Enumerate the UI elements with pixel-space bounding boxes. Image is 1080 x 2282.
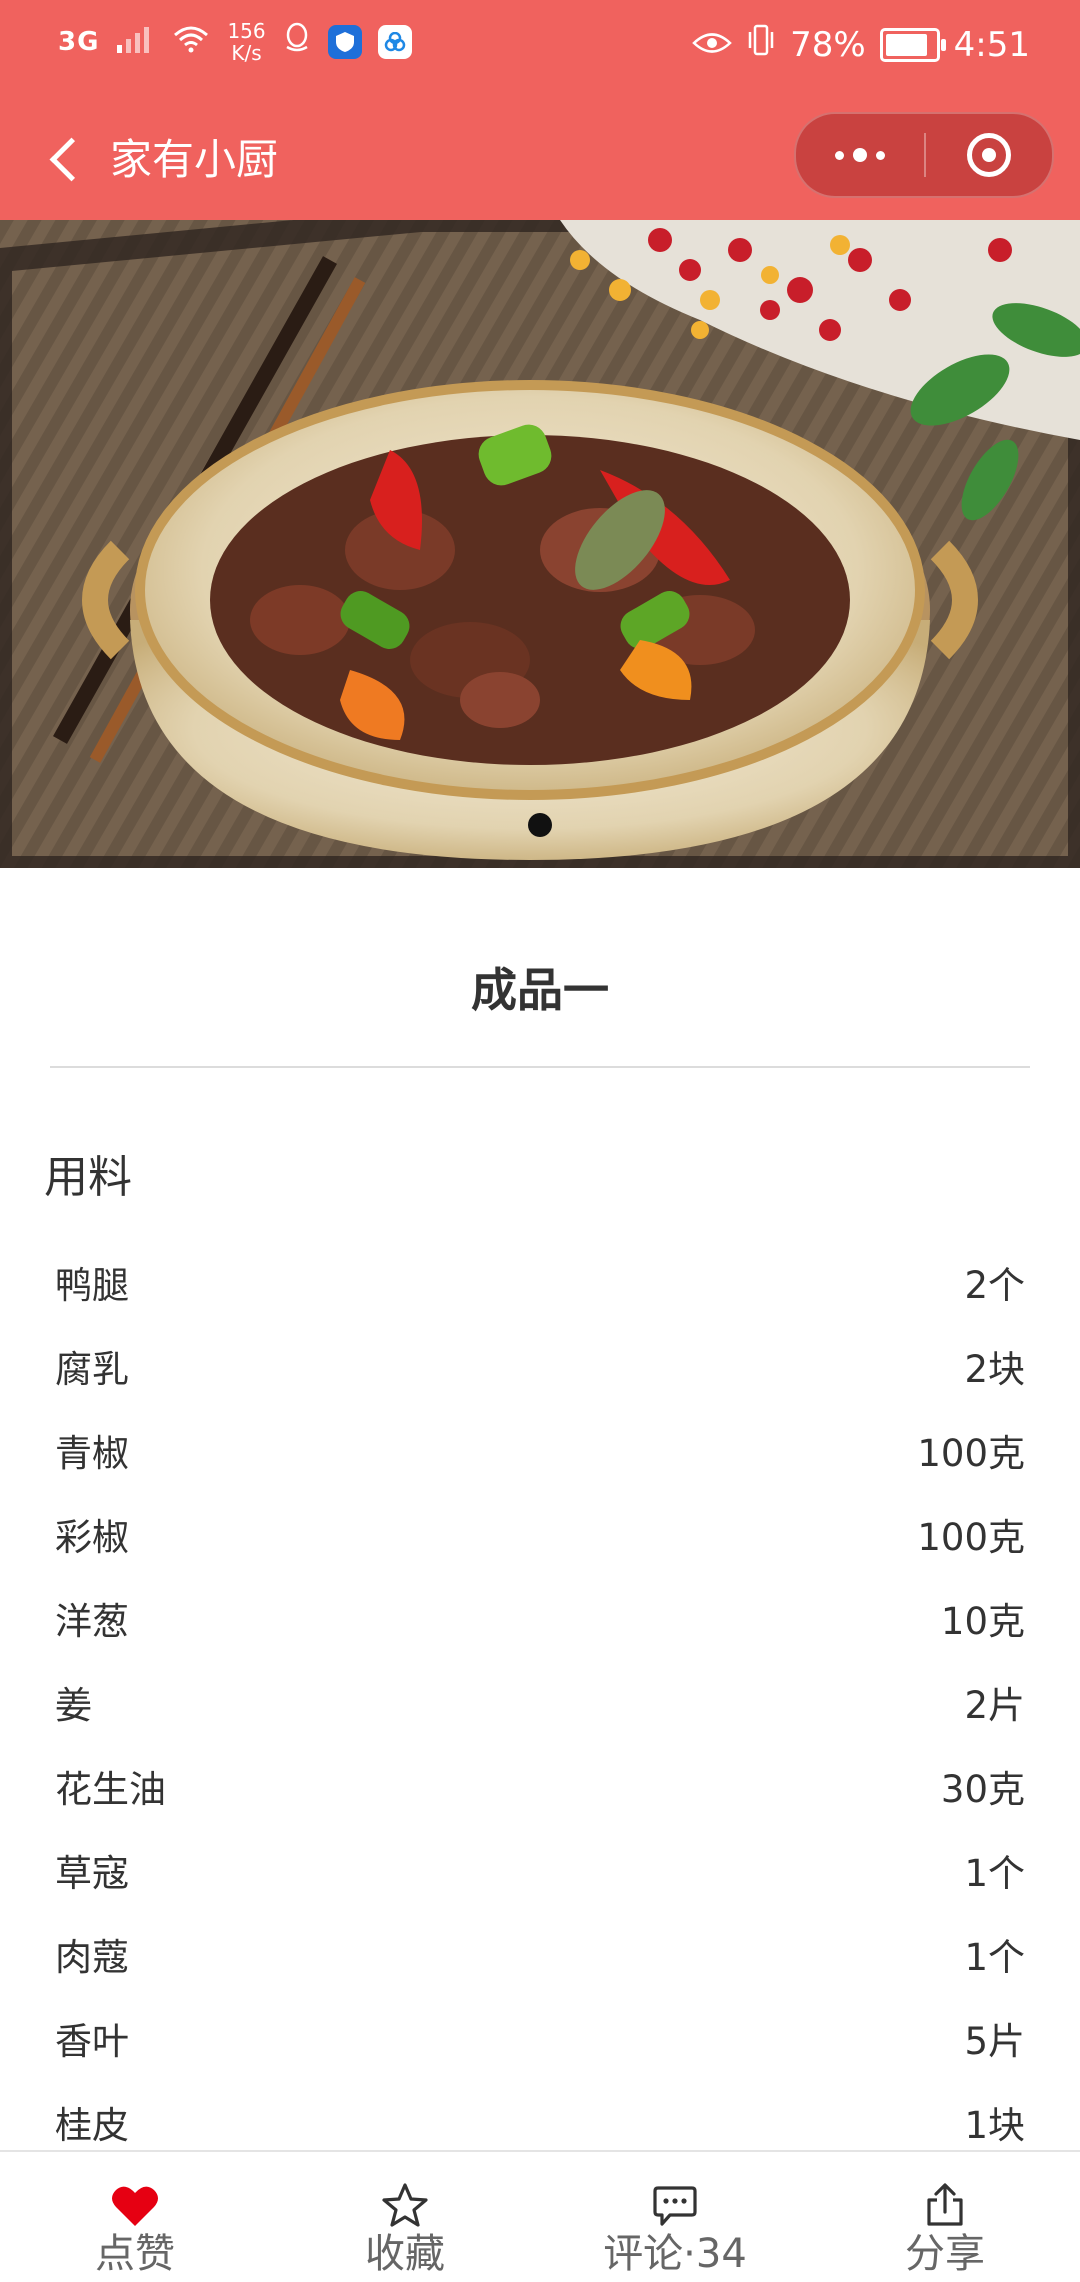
ingredient-amount: 5片 bbox=[964, 2020, 1025, 2063]
eye-icon bbox=[692, 25, 732, 65]
app-icon bbox=[377, 25, 412, 59]
status-bar: 3G 156 K/s 78% 4:51 bbox=[0, 0, 1080, 95]
shield-app-icon bbox=[327, 25, 362, 59]
comment-icon bbox=[652, 2162, 698, 2228]
like-label: 点赞 bbox=[95, 2231, 175, 2277]
ingredient-name: 青椒 bbox=[55, 1432, 129, 1475]
ingredient-row: 姜 2片 bbox=[55, 1660, 1025, 1744]
ingredient-name: 彩椒 bbox=[55, 1516, 129, 1559]
share-icon bbox=[923, 2162, 967, 2228]
status-right: 78% 4:51 bbox=[692, 24, 1030, 65]
ingredients-list: 鸭腿 2个 腐乳 2块 青椒 100克 彩椒 100克 洋葱 10克姜 2片 花生油 30克 草寇 1个 肉蔻… bbox=[55, 1240, 1025, 2164]
ingredient-name: 草寇 bbox=[55, 1852, 129, 1895]
ingredient-row: 腐乳 2块 bbox=[55, 1324, 1025, 1408]
close-target-icon bbox=[967, 133, 1011, 177]
bottom-action-bar: 点赞 收藏 评论·34 分享 bbox=[0, 2150, 1080, 2282]
favorite-button[interactable]: 收藏 bbox=[270, 2152, 540, 2282]
ingredient-name: 姜 bbox=[55, 1684, 92, 1727]
header: 3G 156 K/s 78% 4:51 家有小厨 bbox=[0, 0, 1080, 220]
signal-bars-icon bbox=[115, 22, 155, 62]
title-divider bbox=[50, 1066, 1030, 1068]
ingredient-name: 鸭腿 bbox=[55, 1264, 129, 1307]
ingredient-amount: 30克 bbox=[940, 1768, 1025, 1811]
ingredient-row: 青椒 100克 bbox=[55, 1408, 1025, 1492]
more-dot-center bbox=[853, 148, 867, 162]
ingredient-row: 花生油 30克 bbox=[55, 1744, 1025, 1828]
page-title: 家有小厨 bbox=[110, 135, 279, 184]
more-dot-right bbox=[876, 150, 885, 160]
speed-unit: K/s bbox=[231, 41, 262, 65]
comment-label: 评论·34 bbox=[603, 2231, 747, 2277]
status-left: 3G 156 K/s bbox=[58, 20, 412, 64]
ingredient-row: 草寇 1个 bbox=[55, 1828, 1025, 1912]
qq-icon bbox=[282, 21, 312, 64]
battery-icon bbox=[879, 27, 946, 62]
ingredient-name: 肉蔻 bbox=[55, 1936, 129, 1979]
ingredient-row: 肉蔻 1个 bbox=[55, 1912, 1025, 1996]
nav-bar: 家有小厨 bbox=[0, 110, 1080, 210]
wifi-icon bbox=[171, 22, 211, 62]
ingredient-row: 鸭腿 2个 bbox=[55, 1240, 1025, 1324]
ingredient-name: 花生油 bbox=[55, 1768, 166, 1811]
ingredient-amount: 2块 bbox=[964, 1348, 1025, 1391]
clock: 4:51 bbox=[953, 24, 1030, 65]
ingredient-name: 腐乳 bbox=[55, 1348, 129, 1391]
close-button[interactable] bbox=[926, 114, 1052, 196]
ingredient-amount: 1块 bbox=[964, 2104, 1025, 2147]
ingredient-name: 桂皮 bbox=[55, 2104, 129, 2147]
ingredient-name: 香叶 bbox=[55, 2020, 129, 2063]
dish-photo bbox=[0, 220, 1080, 868]
more-button[interactable] bbox=[796, 114, 924, 196]
vibrate-icon bbox=[746, 24, 776, 65]
ingredient-amount: 1个 bbox=[964, 1852, 1025, 1895]
ingredient-amount: 2片 bbox=[964, 1684, 1025, 1727]
ingredient-amount: 1个 bbox=[964, 1936, 1025, 1979]
chevron-left-icon bbox=[49, 137, 93, 181]
dish-title: 成品一 bbox=[471, 963, 609, 1017]
ingredient-amount: 10克 bbox=[940, 1600, 1025, 1643]
star-icon bbox=[381, 2162, 429, 2228]
like-button[interactable]: 点赞 bbox=[0, 2152, 270, 2282]
comment-button[interactable]: 评论·34 bbox=[540, 2152, 810, 2282]
more-dots-icon bbox=[835, 150, 844, 160]
ingredients-section-title: 用料 bbox=[44, 1152, 132, 1203]
dish-image-carousel[interactable] bbox=[0, 220, 1080, 868]
carousel-page-indicator[interactable] bbox=[528, 813, 552, 837]
favorite-label: 收藏 bbox=[365, 2231, 445, 2277]
ingredient-amount: 2个 bbox=[964, 1264, 1025, 1307]
speed-value: 156 bbox=[227, 19, 266, 43]
ingredient-name: 洋葱 bbox=[55, 1600, 129, 1643]
ingredient-amount: 100克 bbox=[917, 1432, 1025, 1475]
ingredient-row: 彩椒 100克 bbox=[55, 1492, 1025, 1576]
network-speed: 156 K/s bbox=[227, 20, 265, 64]
share-button[interactable]: 分享 bbox=[810, 2152, 1080, 2282]
miniprogram-capsule bbox=[794, 112, 1054, 198]
ingredient-row: 洋葱 10克 bbox=[55, 1576, 1025, 1660]
ingredient-amount: 100克 bbox=[917, 1516, 1025, 1559]
back-button[interactable] bbox=[30, 124, 100, 194]
share-label: 分享 bbox=[905, 2231, 985, 2277]
signal-icon: 3G bbox=[58, 27, 100, 57]
battery-percent: 78% bbox=[790, 24, 866, 65]
ingredient-row: 香叶 5片 bbox=[55, 1996, 1025, 2080]
heart-icon bbox=[111, 2162, 159, 2228]
